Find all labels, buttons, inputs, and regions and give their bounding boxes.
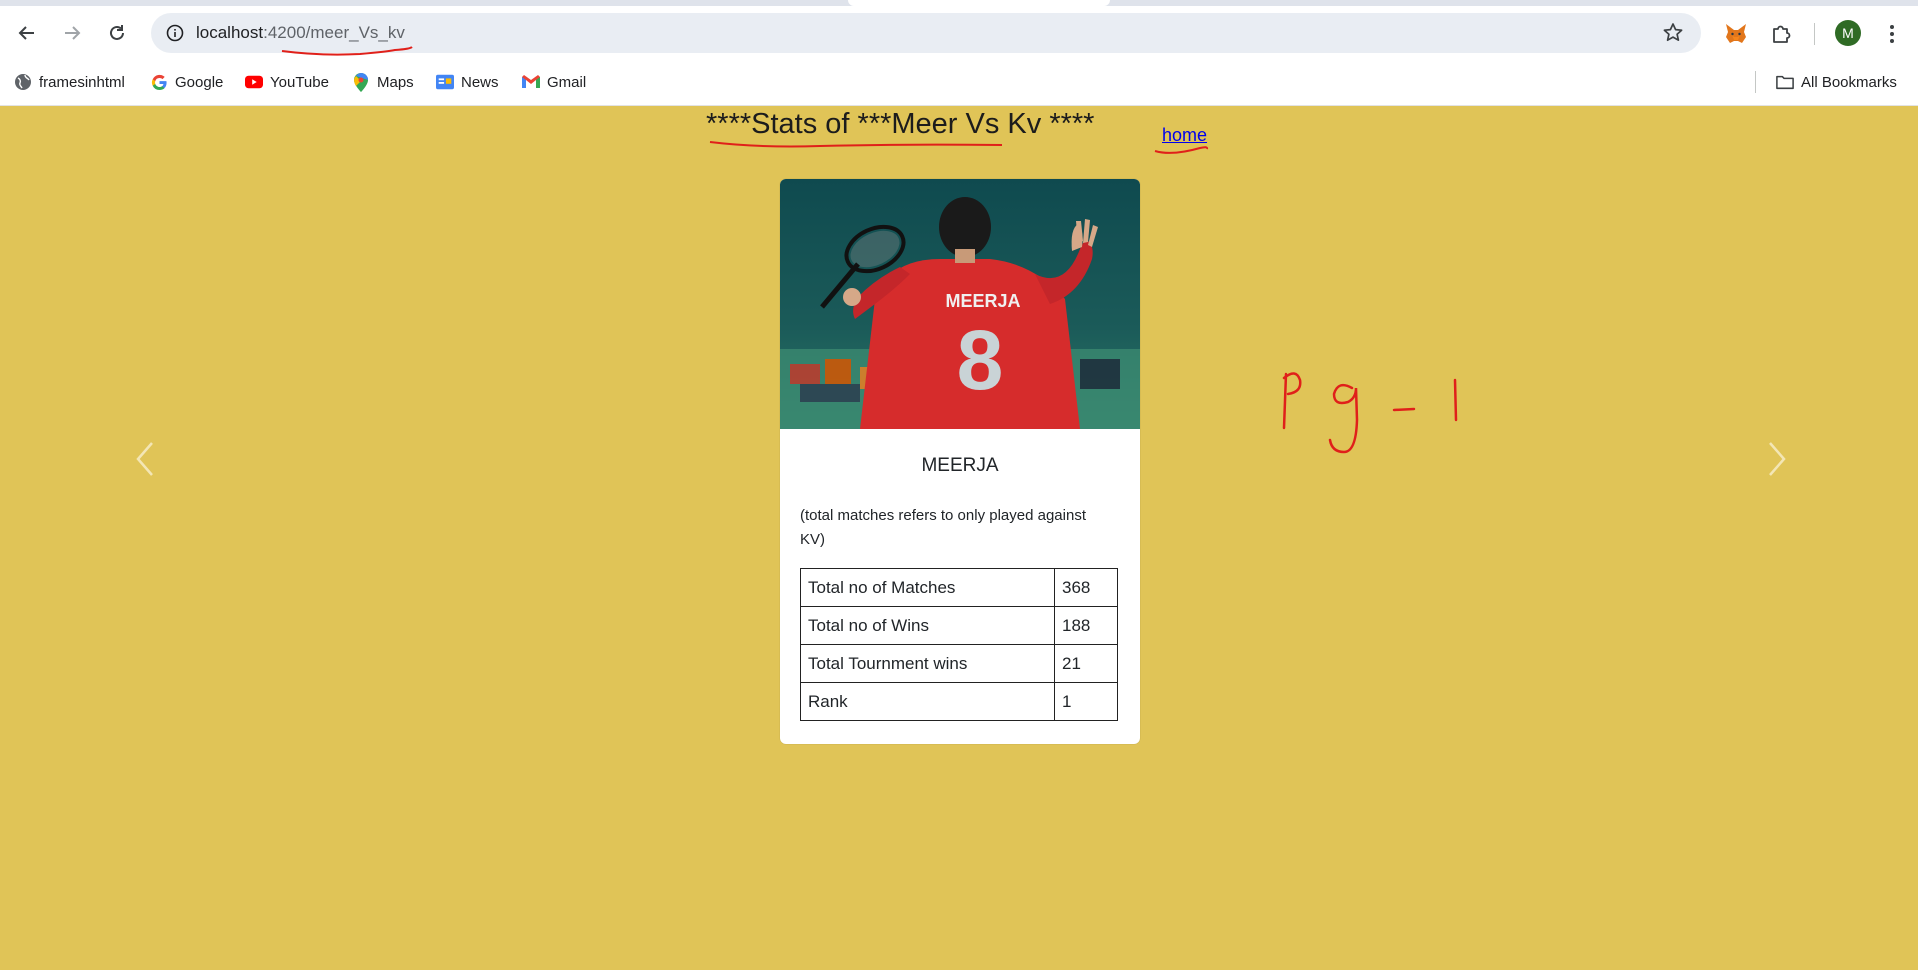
url-port: :4200: [263, 23, 306, 42]
browser-menu-icon[interactable]: [1879, 21, 1905, 47]
bookmark-label: Gmail: [547, 73, 587, 91]
bookmark-news[interactable]: News: [436, 71, 499, 93]
url-path: /meer_Vs_kv: [305, 23, 405, 42]
reload-icon[interactable]: [103, 19, 131, 47]
table-row: Total no of Wins 188: [800, 606, 1118, 645]
bookmark-label: YouTube: [270, 73, 329, 91]
stats-table: Total no of Matches 368 Total no of Wins…: [800, 568, 1118, 721]
back-icon[interactable]: [13, 19, 41, 47]
profile-avatar[interactable]: M: [1835, 20, 1861, 46]
table-row: Total no of Matches 368: [800, 568, 1118, 607]
google-icon: [150, 73, 168, 91]
carousel-next-icon[interactable]: [1762, 439, 1792, 479]
metamask-fox-icon[interactable]: [1723, 21, 1749, 47]
bookmark-star-icon[interactable]: [1661, 21, 1685, 45]
player-photo: MEERJA 8: [780, 179, 1140, 429]
stat-label: Total no of Matches: [800, 568, 1055, 607]
bookmark-gmail[interactable]: Gmail: [522, 71, 586, 93]
bookmark-label: Google: [175, 73, 224, 91]
extensions-puzzle-icon[interactable]: [1768, 21, 1794, 47]
url-text[interactable]: localhost:4200/meer_Vs_kv: [196, 23, 405, 43]
bookmark-google[interactable]: Google: [150, 71, 223, 93]
browser-toolbar: localhost:4200/meer_Vs_kv M: [0, 6, 1918, 60]
table-row: Rank 1: [800, 682, 1118, 721]
folder-icon: [1776, 73, 1794, 91]
home-link[interactable]: home: [1162, 125, 1207, 146]
url-host: localhost: [196, 23, 264, 42]
stat-label: Rank: [800, 682, 1055, 721]
stat-value: 1: [1054, 682, 1118, 721]
youtube-icon: [245, 73, 263, 91]
all-bookmarks-label: All Bookmarks: [1801, 73, 1897, 91]
stats-note: (total matches refers to only played aga…: [800, 507, 1086, 548]
gmail-icon: [522, 73, 540, 91]
jersey-text: MEERJA: [945, 291, 1020, 311]
bookmark-framesinhtml[interactable]: framesinhtml: [14, 71, 125, 93]
jersey-number: 8: [957, 313, 1004, 407]
bookmark-label: News: [461, 73, 499, 91]
stat-value: 368: [1054, 568, 1118, 607]
forward-icon[interactable]: [58, 19, 86, 47]
stat-value: 188: [1054, 606, 1118, 645]
player-card: MEERJA 8 MEERJA (total matches refers to…: [780, 179, 1140, 744]
bookmark-youtube[interactable]: YouTube: [245, 71, 329, 93]
table-row: Total Tournment wins 21: [800, 644, 1118, 683]
site-info-icon[interactable]: [163, 21, 187, 45]
bookmark-maps[interactable]: Maps: [352, 71, 414, 93]
globe-icon: [14, 73, 32, 91]
all-bookmarks-button[interactable]: All Bookmarks: [1776, 71, 1897, 93]
bookmark-label: Maps: [377, 73, 414, 91]
bookmarks-divider: [1755, 71, 1756, 93]
page-title: ****Stats of ***Meer Vs Kv ****: [706, 108, 1095, 140]
maps-icon: [352, 72, 370, 92]
address-bar[interactable]: localhost:4200/meer_Vs_kv: [151, 13, 1701, 53]
stat-label: Total no of Wins: [800, 606, 1055, 645]
player-name: MEERJA: [921, 455, 999, 476]
stat-label: Total Tournment wins: [800, 644, 1055, 683]
stat-value: 21: [1054, 644, 1118, 683]
carousel-prev-icon[interactable]: [130, 439, 160, 479]
bookmark-label: framesinhtml: [39, 73, 125, 91]
page-content: ****Stats of ***Meer Vs Kv **** home MEE…: [0, 106, 1918, 970]
news-icon: [436, 73, 454, 91]
toolbar-divider: [1814, 23, 1815, 45]
bookmarks-bar: framesinhtml Google YouTube Maps News Gm…: [0, 60, 1918, 106]
